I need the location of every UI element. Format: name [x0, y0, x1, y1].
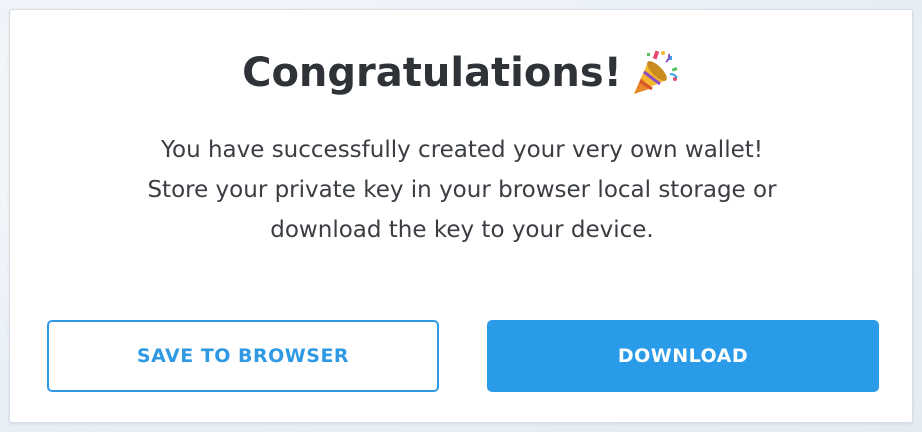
message-line: download the key to your device. [270, 217, 654, 243]
message-line: Store your private key in your browser l… [147, 177, 777, 203]
message-line: You have successfully created your very … [161, 137, 763, 163]
party-popper-icon [630, 48, 680, 98]
dialog-message: You have successfully created your very … [50, 130, 874, 250]
download-button[interactable]: DOWNLOAD [487, 320, 879, 392]
save-to-browser-button[interactable]: SAVE TO BROWSER [47, 320, 439, 392]
title-row: Congratulations! [10, 48, 912, 98]
dialog-title: Congratulations! [242, 50, 622, 96]
wallet-created-dialog: Congratulations! You have successfully c… [9, 9, 913, 423]
